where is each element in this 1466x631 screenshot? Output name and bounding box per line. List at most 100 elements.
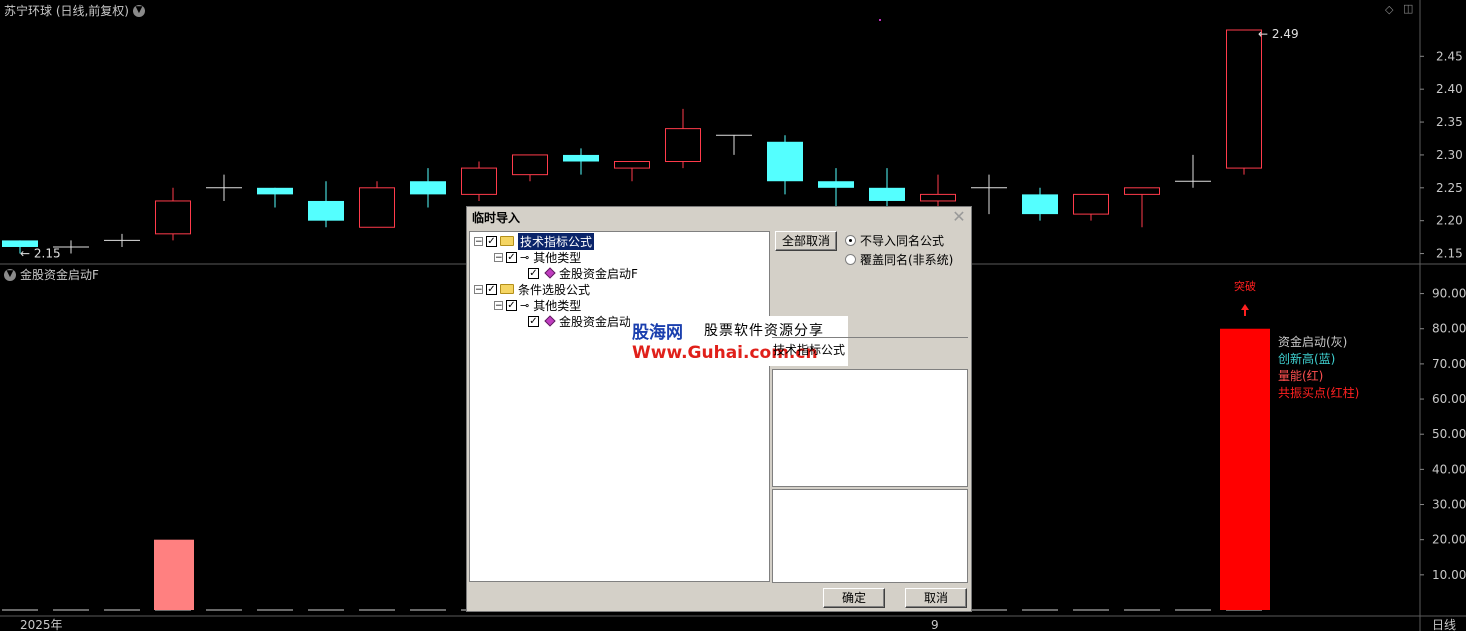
- candle-body-up: [155, 200, 191, 235]
- candle-body-up: [920, 193, 956, 202]
- folder-icon: [500, 236, 514, 246]
- tree-node-label: 条件选股公式: [518, 282, 591, 297]
- cancel-all-button[interactable]: 全部取消: [775, 231, 837, 251]
- time-axis-label: 9: [931, 618, 939, 631]
- legend-item: 共振买点(红柱): [1278, 386, 1360, 400]
- indicator-tick-label: 80.00: [1432, 322, 1466, 336]
- indicator-tick-label: 70.00: [1432, 357, 1466, 371]
- tree-node-other-type[interactable]: − ✓ ⊸ 其他类型: [494, 297, 581, 313]
- tree-node-stock-select[interactable]: − ✓ 条件选股公式: [474, 281, 590, 297]
- tree-node-label: 金股资金启动F: [559, 314, 638, 329]
- temp-import-dialog[interactable]: 临时导入 ✕ − ✓ 技术指标公式 − ✓ ⊸ 其他类型 ✓ 金股资金启动F −…: [466, 206, 972, 612]
- dropdown-circle-icon[interactable]: ▼: [4, 268, 16, 281]
- tree-node-formula[interactable]: ✓ 金股资金启动F: [528, 313, 638, 329]
- formula-icon: [544, 267, 556, 279]
- indicator-bar: [1220, 328, 1270, 610]
- indicator-tick-label: 20.00: [1432, 533, 1466, 547]
- candle-body-up: [1124, 187, 1160, 195]
- tree-node-label: 金股资金启动F: [559, 266, 638, 281]
- folder-icon: [500, 284, 514, 294]
- close-icon[interactable]: ✕: [951, 209, 967, 225]
- candle-body-down: [257, 187, 293, 195]
- legend-item: 资金启动(灰): [1278, 335, 1348, 349]
- collapse-icon[interactable]: −: [474, 236, 483, 246]
- tree-node-label: 技术指标公式: [518, 232, 595, 250]
- panel-toggle-icon[interactable]: ◫: [1403, 2, 1413, 15]
- candle-body-down: [308, 200, 344, 221]
- checkbox[interactable]: ✓: [528, 315, 539, 327]
- key-icon: ⊸: [520, 250, 530, 264]
- marker-dot: [879, 19, 881, 21]
- price-tick-label: 2.30: [1436, 148, 1463, 162]
- time-axis-label: 2025年: [20, 618, 63, 631]
- checkbox[interactable]: ✓: [506, 251, 517, 263]
- radio-label: 覆盖同名(非系统): [860, 253, 954, 267]
- indicator-tick-label: 90.00: [1432, 287, 1466, 301]
- candle-body-down: [818, 181, 854, 188]
- indicator-tick-label: 50.00: [1432, 427, 1466, 441]
- candle-body-up: [1226, 29, 1262, 169]
- checkbox[interactable]: ✓: [506, 299, 517, 311]
- indicator-title-text: 金股资金启动F: [20, 268, 99, 282]
- cancel-button[interactable]: 取消: [905, 588, 967, 608]
- ok-button[interactable]: 确定: [823, 588, 885, 608]
- candle-body-down: [563, 154, 599, 162]
- dialog-title: 临时导入: [467, 207, 971, 229]
- chart-title: 苏宁环球 (日线,前复权) ▼: [4, 2, 145, 19]
- indicator-tick-label: 10.00: [1432, 568, 1466, 582]
- formula-info-text: 技术指标公式: [773, 343, 846, 357]
- indicator-tick-label: 30.00: [1432, 498, 1466, 512]
- candle-body-down: [1022, 194, 1058, 215]
- indicator-title: ▼ 金股资金启动F: [4, 266, 99, 283]
- collapse-icon[interactable]: −: [494, 300, 503, 310]
- legend-item: 量能(红): [1278, 369, 1324, 383]
- indicator-tick-label: 40.00: [1432, 462, 1466, 476]
- radio-overwrite[interactable]: 覆盖同名(非系统): [845, 251, 953, 268]
- checkbox[interactable]: ✓: [528, 267, 539, 279]
- collapse-icon[interactable]: −: [494, 252, 503, 262]
- price-tick-label: 2.15: [1436, 247, 1463, 261]
- candle-body-up: [359, 187, 395, 228]
- candle-body-down: [410, 181, 446, 195]
- radio-label: 不导入同名公式: [860, 234, 945, 248]
- tree-node-label: 其他类型: [533, 250, 582, 265]
- tree-node-other-type[interactable]: − ✓ ⊸ 其他类型: [494, 249, 581, 265]
- checkbox[interactable]: ✓: [486, 283, 497, 295]
- dropdown-circle-icon[interactable]: ▼: [133, 4, 145, 17]
- tree-node-formula[interactable]: ✓ 金股资金启动F: [528, 265, 638, 281]
- price-tick-label: 2.45: [1436, 49, 1463, 63]
- radio-button[interactable]: [845, 235, 856, 246]
- price-tick-label: 2.35: [1436, 115, 1463, 129]
- formula-icon: [544, 315, 556, 327]
- indicator-tick-label: 60.00: [1432, 392, 1466, 406]
- formula-tree[interactable]: − ✓ 技术指标公式 − ✓ ⊸ 其他类型 ✓ 金股资金启动F − ✓ 条件选股…: [469, 231, 848, 582]
- radio-no-import[interactable]: 不导入同名公式: [845, 232, 944, 249]
- price-tick-label: 2.25: [1436, 181, 1463, 195]
- candle-body-down: [767, 141, 803, 182]
- signal-label: 突破: [1234, 279, 1256, 293]
- candle-body-up: [665, 128, 701, 163]
- key-icon: ⊸: [520, 298, 530, 312]
- checkbox[interactable]: ✓: [486, 235, 497, 247]
- low-price-label: ← 2.15: [20, 247, 61, 261]
- high-price-label: ← 2.49: [1258, 27, 1299, 41]
- price-tick-label: 2.40: [1436, 82, 1463, 96]
- radio-button[interactable]: [845, 254, 856, 265]
- price-tick-label: 2.20: [1436, 214, 1463, 228]
- params-panel[interactable]: [772, 489, 968, 583]
- candle-body-up: [614, 161, 650, 169]
- description-panel[interactable]: [772, 369, 968, 487]
- indicator-bar: [154, 539, 194, 610]
- candle-body-up: [1073, 193, 1109, 215]
- divider: [772, 337, 968, 338]
- candle-body-down: [869, 187, 905, 201]
- diamond-icon[interactable]: ◇: [1385, 3, 1393, 16]
- tree-node-label: 其他类型: [533, 298, 582, 313]
- tree-node-tech-formula[interactable]: − ✓ 技术指标公式: [474, 232, 595, 250]
- stock-title-text: 苏宁环球 (日线,前复权): [4, 4, 129, 18]
- period-label: 日线: [1432, 618, 1456, 631]
- watermark-site-name: 股海网: [632, 323, 683, 343]
- candle-body-up: [461, 167, 497, 195]
- legend-item: 创新高(蓝): [1278, 352, 1336, 366]
- collapse-icon[interactable]: −: [474, 284, 483, 294]
